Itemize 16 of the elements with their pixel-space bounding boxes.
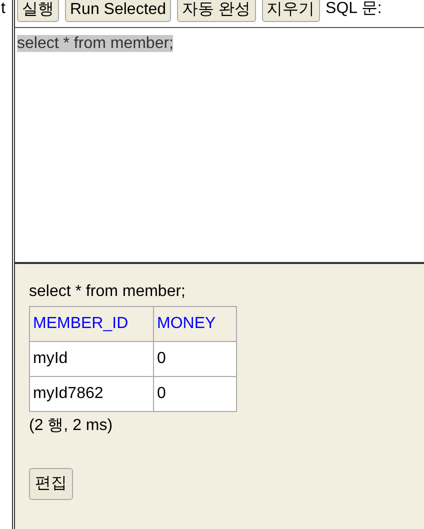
column-header[interactable]: MEMBER_ID bbox=[30, 306, 154, 342]
toolbar-button[interactable]: 자동 완성 bbox=[177, 0, 256, 22]
query-echo: select * from member; bbox=[29, 282, 186, 302]
table-cell: 0 bbox=[154, 376, 236, 412]
row-count-text: (2 행, 2 ms) bbox=[29, 416, 114, 436]
toolbar-button[interactable]: 지우기 bbox=[262, 0, 320, 22]
toolbar-button[interactable]: 실행 bbox=[17, 0, 59, 22]
query-text: select * from member; bbox=[17, 35, 174, 52]
cut-text: t bbox=[0, 0, 6, 18]
table-cell: myId7862 bbox=[30, 376, 154, 412]
sql-label: SQL 문: bbox=[326, 0, 382, 18]
column-header[interactable]: MONEY bbox=[154, 306, 236, 342]
table-cell: 0 bbox=[154, 342, 236, 376]
toolbar-button[interactable]: Run Selected bbox=[65, 0, 172, 22]
table-cell: myId bbox=[30, 342, 154, 376]
edit-button[interactable]: 편집 bbox=[29, 468, 73, 500]
